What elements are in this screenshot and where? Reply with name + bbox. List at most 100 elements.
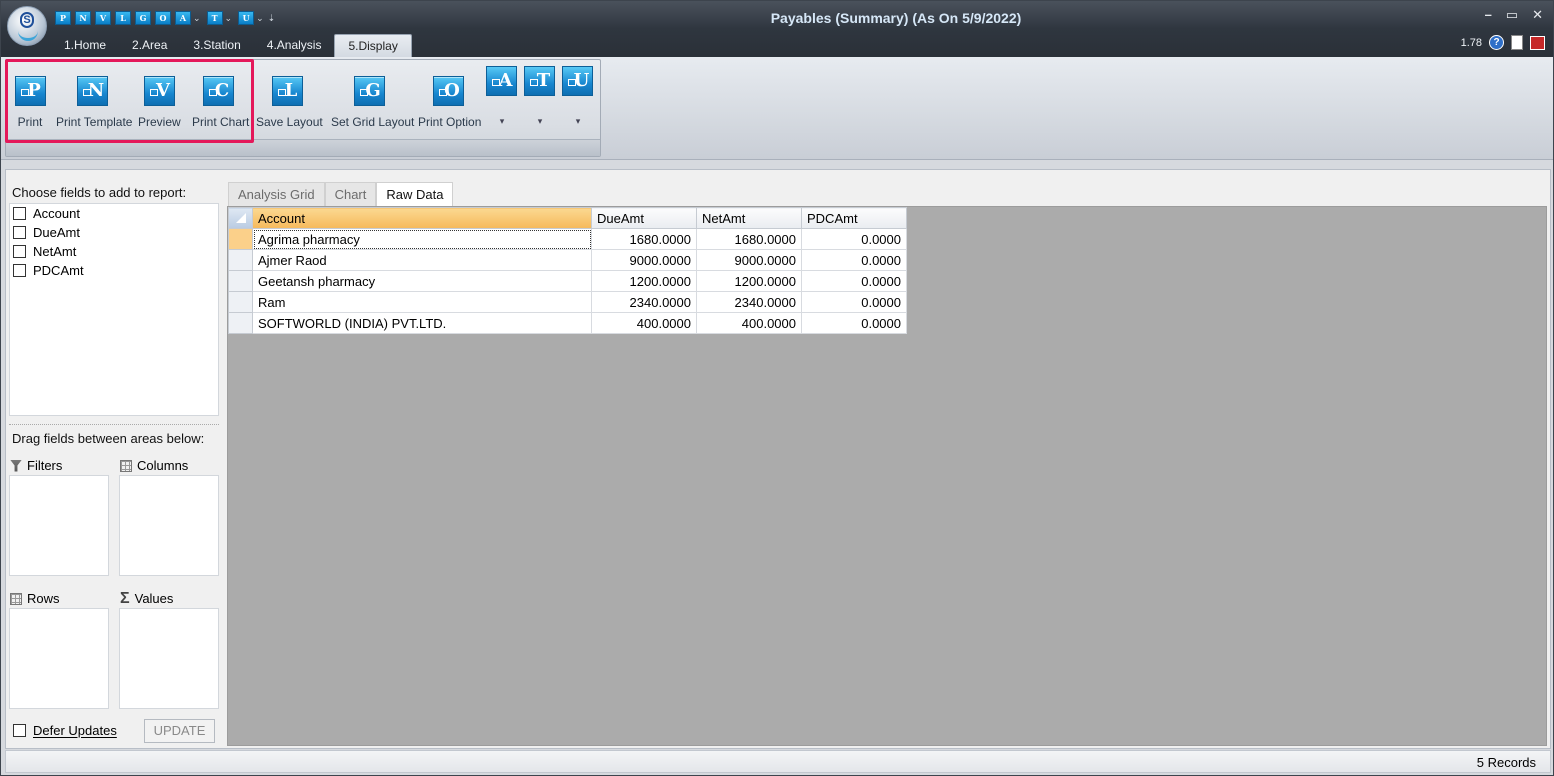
rows-label: Rows bbox=[27, 591, 60, 606]
update-button[interactable]: UPDATE bbox=[144, 719, 215, 743]
row-header[interactable] bbox=[228, 228, 253, 250]
divider bbox=[9, 424, 219, 425]
table-row[interactable]: Ajmer Raod 9000.0000 9000.0000 0.0000 bbox=[228, 249, 907, 271]
chevron-down-icon[interactable]: ▾ bbox=[524, 116, 556, 127]
table-cell[interactable]: 1680.0000 bbox=[696, 228, 802, 250]
tab-chart[interactable]: Chart bbox=[324, 182, 377, 206]
table-cell[interactable]: 0.0000 bbox=[801, 291, 907, 313]
chevron-down-icon[interactable]: ▾ bbox=[562, 116, 594, 127]
table-cell[interactable]: 2340.0000 bbox=[696, 291, 802, 313]
preview-button[interactable]: V Preview bbox=[138, 60, 181, 129]
field-list: Account DueAmt NetAmt PDCAmt bbox=[9, 203, 219, 416]
field-list-title: Choose fields to add to report: bbox=[12, 185, 187, 200]
table-cell[interactable]: 1200.0000 bbox=[696, 270, 802, 292]
field-label: DueAmt bbox=[33, 225, 80, 240]
table-cell[interactable]: 9000.0000 bbox=[591, 249, 697, 271]
column-header-netamt[interactable]: NetAmt bbox=[696, 207, 802, 229]
exit-app-icon[interactable] bbox=[1530, 35, 1545, 50]
row-header[interactable] bbox=[228, 270, 253, 292]
chevron-down-icon[interactable]: ▾ bbox=[486, 116, 518, 127]
row-header[interactable] bbox=[228, 312, 253, 334]
title-right-status: 1.78 ? bbox=[1461, 35, 1545, 50]
tab-analysis[interactable]: 4.Analysis bbox=[254, 34, 335, 57]
columns-label: Columns bbox=[137, 458, 189, 473]
field-list-pane: Choose fields to add to report: Account … bbox=[5, 180, 221, 750]
tab-station[interactable]: 3.Station bbox=[180, 34, 253, 57]
table-cell[interactable]: Ram bbox=[252, 291, 592, 313]
select-all-corner[interactable] bbox=[228, 207, 253, 229]
filters-drop-area[interactable] bbox=[9, 475, 109, 576]
row-header[interactable] bbox=[228, 291, 253, 313]
field-label: PDCAmt bbox=[33, 263, 84, 278]
column-header-pdcamt[interactable]: PDCAmt bbox=[801, 207, 907, 229]
tab-home[interactable]: 1.Home bbox=[51, 34, 119, 57]
table-cell[interactable]: 400.0000 bbox=[696, 312, 802, 334]
table-row[interactable]: Ram 2340.0000 2340.0000 0.0000 bbox=[228, 291, 907, 313]
print-template-button[interactable]: N Print Template bbox=[56, 60, 132, 129]
table-cell[interactable]: 0.0000 bbox=[801, 228, 907, 250]
table-cell[interactable]: SOFTWORLD (INDIA) PVT.LTD. bbox=[252, 312, 592, 334]
table-cell[interactable]: 400.0000 bbox=[591, 312, 697, 334]
print-option-button[interactable]: O Print Option bbox=[418, 60, 481, 129]
table-cell[interactable]: 0.0000 bbox=[801, 312, 907, 334]
checkbox[interactable] bbox=[13, 207, 26, 220]
table-cell[interactable]: 9000.0000 bbox=[696, 249, 802, 271]
column-header-account[interactable]: Account bbox=[252, 207, 592, 229]
save-layout-button[interactable]: L Save Layout bbox=[256, 60, 323, 129]
table-cell[interactable]: Geetansh pharmacy bbox=[252, 270, 592, 292]
tab-area[interactable]: 2.Area bbox=[119, 34, 180, 57]
help-icon[interactable]: ? bbox=[1489, 35, 1504, 50]
values-drop-area[interactable] bbox=[119, 608, 219, 709]
defer-updates-checkbox[interactable]: Defer Updates bbox=[13, 723, 117, 738]
save-layout-label: Save Layout bbox=[256, 115, 323, 129]
table-row[interactable]: SOFTWORLD (INDIA) PVT.LTD. 400.0000 400.… bbox=[228, 312, 907, 334]
columns-drop-area[interactable] bbox=[119, 475, 219, 576]
field-item-account[interactable]: Account bbox=[10, 204, 218, 223]
split-button-a[interactable]: A ▾ bbox=[486, 66, 518, 127]
maximize-button[interactable]: ▭ bbox=[1506, 7, 1518, 23]
save-layout-icon: L bbox=[271, 76, 303, 106]
table-cell[interactable]: 1680.0000 bbox=[591, 228, 697, 250]
filter-icon bbox=[10, 459, 22, 472]
version-label: 1.78 bbox=[1460, 36, 1482, 49]
checkbox[interactable] bbox=[13, 226, 26, 239]
t-icon: T bbox=[524, 66, 555, 96]
close-button[interactable]: ✕ bbox=[1532, 7, 1543, 23]
print-chart-button[interactable]: C Print Chart bbox=[192, 60, 249, 129]
row-header[interactable] bbox=[228, 249, 253, 271]
field-item-pdcamt[interactable]: PDCAmt bbox=[10, 261, 218, 280]
field-item-netamt[interactable]: NetAmt bbox=[10, 242, 218, 261]
column-header-dueamt[interactable]: DueAmt bbox=[591, 207, 697, 229]
tab-analysis-grid[interactable]: Analysis Grid bbox=[228, 182, 325, 206]
table-cell[interactable]: 0.0000 bbox=[801, 270, 907, 292]
table-row[interactable]: Geetansh pharmacy 1200.0000 1200.0000 0.… bbox=[228, 270, 907, 292]
print-option-icon: O bbox=[432, 76, 464, 106]
table-cell[interactable]: Agrima pharmacy bbox=[252, 228, 592, 250]
print-template-icon: N bbox=[76, 76, 108, 106]
app-window: S P N V L G O A ⌄ T ⌄ U ⌄ ⇣ Payables (Su… bbox=[0, 0, 1554, 776]
checkbox[interactable] bbox=[13, 245, 26, 258]
table-cell[interactable]: 2340.0000 bbox=[591, 291, 697, 313]
table-cell[interactable]: 0.0000 bbox=[801, 249, 907, 271]
field-item-dueamt[interactable]: DueAmt bbox=[10, 223, 218, 242]
table-cell[interactable]: 1200.0000 bbox=[591, 270, 697, 292]
columns-icon bbox=[120, 459, 132, 472]
checkbox[interactable] bbox=[13, 264, 26, 277]
table-row[interactable]: Agrima pharmacy 1680.0000 1680.0000 0.00… bbox=[228, 228, 907, 250]
print-button[interactable]: P Print bbox=[12, 60, 48, 129]
rows-drop-area[interactable] bbox=[9, 608, 109, 709]
tab-raw-data[interactable]: Raw Data bbox=[376, 182, 454, 207]
minimize-button[interactable]: – bbox=[1485, 7, 1492, 23]
ribbon-tabs: 1.Home 2.Area 3.Station 4.Analysis 5.Dis… bbox=[51, 34, 412, 57]
filters-label: Filters bbox=[27, 458, 63, 473]
split-button-u[interactable]: U ▾ bbox=[562, 66, 594, 127]
tab-display[interactable]: 5.Display bbox=[334, 34, 412, 57]
set-grid-layout-button[interactable]: G Set Grid Layout bbox=[331, 60, 414, 129]
split-button-t[interactable]: T ▾ bbox=[524, 66, 556, 127]
checkbox[interactable] bbox=[13, 724, 26, 737]
sigma-icon: Σ bbox=[120, 589, 130, 607]
document-icon[interactable] bbox=[1511, 35, 1523, 50]
drag-fields-title: Drag fields between areas below: bbox=[12, 431, 205, 446]
window-title: Payables (Summary) (As On 5/9/2022) bbox=[770, 10, 1022, 26]
table-cell[interactable]: Ajmer Raod bbox=[252, 249, 592, 271]
